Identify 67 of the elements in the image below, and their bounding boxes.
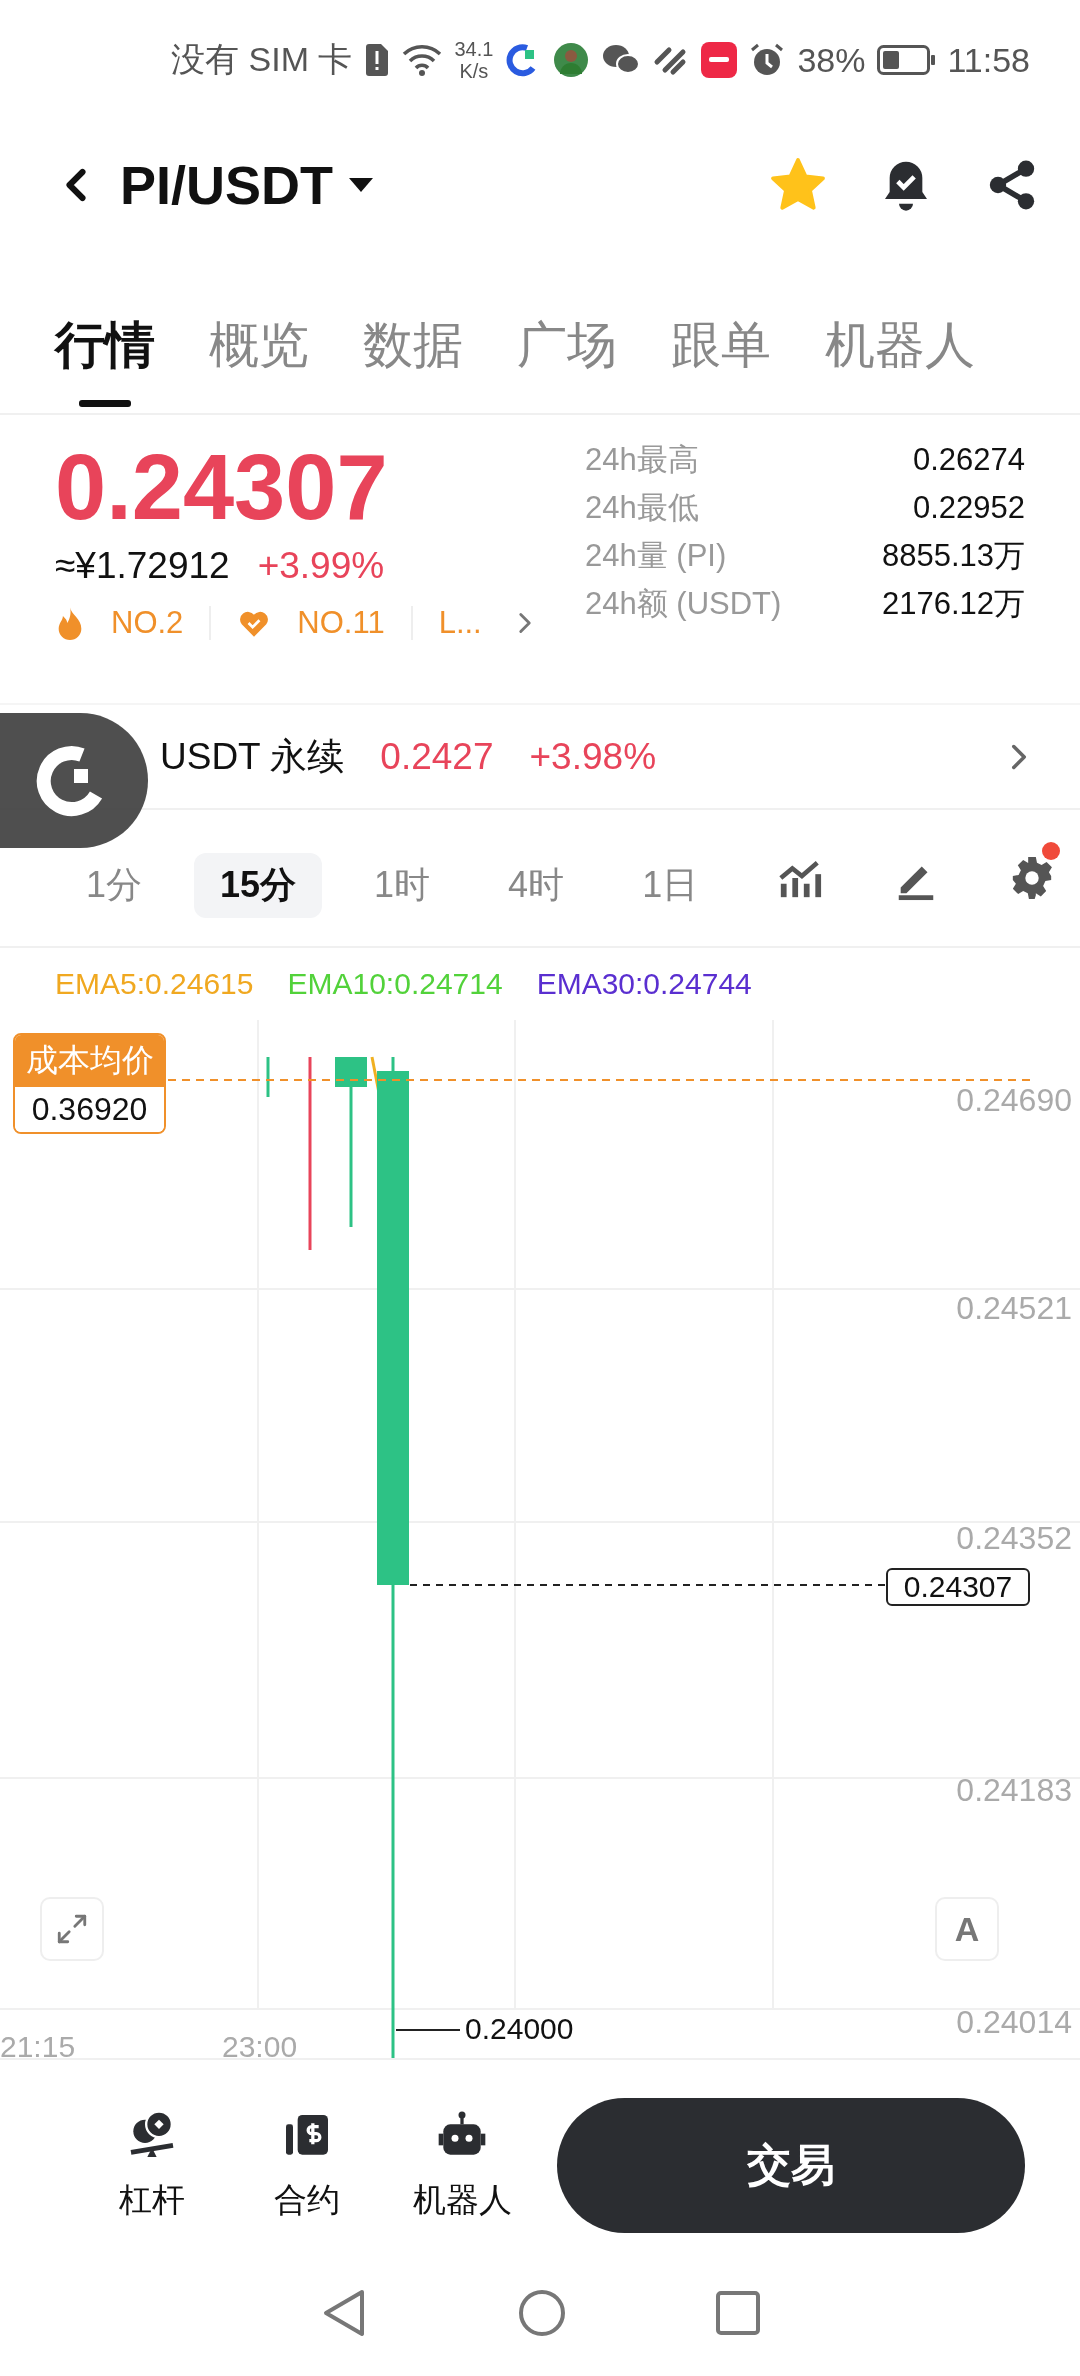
expand-icon xyxy=(55,1912,89,1946)
app-tile-icon xyxy=(701,42,738,78)
cost-price-title: 成本均价 xyxy=(15,1035,164,1087)
ema-value: EMA5:0.24615 xyxy=(55,967,254,1001)
nav-label: 杠杆 xyxy=(119,2179,186,2220)
carrier-text: 没有 SIM 卡 xyxy=(171,39,353,80)
time-axis-label: 21:15 xyxy=(0,2030,76,2058)
cny-price: ≈¥1.72912 xyxy=(55,545,230,587)
stat-value: 8855.13万 xyxy=(881,537,1025,575)
ema-value: EMA30:0.24744 xyxy=(536,967,752,1001)
interval-tab[interactable]: 1时 xyxy=(348,852,457,918)
nav-item[interactable]: 杠杆 xyxy=(75,2107,230,2223)
stat-label: 24h最高 xyxy=(585,441,699,479)
interval-tab[interactable]: 15分 xyxy=(194,852,323,918)
price-axis-label: 0.24352 xyxy=(956,1520,1072,1557)
stat-value: 2176.12万 xyxy=(881,585,1025,623)
trade-button[interactable]: 交易 xyxy=(557,2097,1025,2233)
nav-label: 机器人 xyxy=(412,2179,512,2220)
price-axis-label: 0.24014 xyxy=(956,2004,1072,2041)
tab[interactable]: 机器人 xyxy=(825,302,975,413)
rank-text[interactable]: NO.2 xyxy=(111,605,184,641)
caret-down-icon[interactable] xyxy=(347,176,376,194)
battery-percent: 38% xyxy=(797,40,866,80)
home-icon[interactable] xyxy=(518,2289,566,2337)
rank-text[interactable]: L... xyxy=(438,605,482,641)
floating-shortcut-menu[interactable] xyxy=(0,713,148,848)
recents-icon[interactable] xyxy=(716,2291,760,2335)
battery-icon xyxy=(877,45,936,75)
last-price: 0.24307 xyxy=(55,437,389,537)
auto-scale-button[interactable]: A xyxy=(935,1897,999,1961)
interval-tab[interactable]: 1日 xyxy=(616,852,725,918)
tab[interactable]: 行情 xyxy=(55,302,155,413)
tab[interactable]: 跟单 xyxy=(671,302,771,413)
low-price-line xyxy=(396,2028,460,2032)
stat-label: 24h额 (USDT) xyxy=(585,585,782,623)
stat-label: 24h量 (PI) xyxy=(585,537,727,575)
tab[interactable]: 概览 xyxy=(209,302,309,413)
stat-value: 0.22952 xyxy=(912,489,1025,527)
interval-tab[interactable]: 1分 xyxy=(60,852,169,918)
stat-value: 0.26274 xyxy=(912,441,1025,479)
price-axis-label: 0.24183 xyxy=(956,1772,1072,1809)
price-axis-label: 0.24690 xyxy=(956,1082,1072,1119)
stat-label: 24h最低 xyxy=(585,489,699,527)
last-price-tag: 0.24307 xyxy=(886,1568,1030,1606)
pair-title[interactable]: PI/USDT xyxy=(120,154,334,216)
interval-tab[interactable]: 4时 xyxy=(482,852,591,918)
tab[interactable]: 广场 xyxy=(517,302,617,413)
sim-alert-icon xyxy=(364,43,391,77)
time-axis-label: 23:00 xyxy=(222,2030,298,2058)
tab[interactable]: 数据 xyxy=(363,302,463,413)
perpetual-name[interactable]: USDT 永续 xyxy=(160,731,345,782)
alarm-icon xyxy=(749,42,786,78)
low-price-label: 0.24000 xyxy=(465,2012,574,2046)
nav-item[interactable]: 合约 xyxy=(229,2107,385,2223)
change-percent: +3.99% xyxy=(257,545,385,587)
price-axis-label: 0.24521 xyxy=(956,1290,1072,1327)
avatar-icon xyxy=(553,42,590,78)
wifi-icon xyxy=(402,44,443,76)
rank-text[interactable]: NO.11 xyxy=(297,605,385,641)
perpetual-change: +3.98% xyxy=(529,735,657,778)
ema-value: EMA10:0.24714 xyxy=(287,967,503,1001)
nav-item[interactable]: 机器人 xyxy=(384,2107,540,2223)
network-speed: 34.1 K/s xyxy=(454,38,494,82)
expand-button[interactable] xyxy=(40,1897,104,1961)
nav-label: 合约 xyxy=(274,2179,341,2220)
perpetual-price: 0.2427 xyxy=(380,735,494,778)
clock-time: 11:58 xyxy=(947,40,1030,80)
